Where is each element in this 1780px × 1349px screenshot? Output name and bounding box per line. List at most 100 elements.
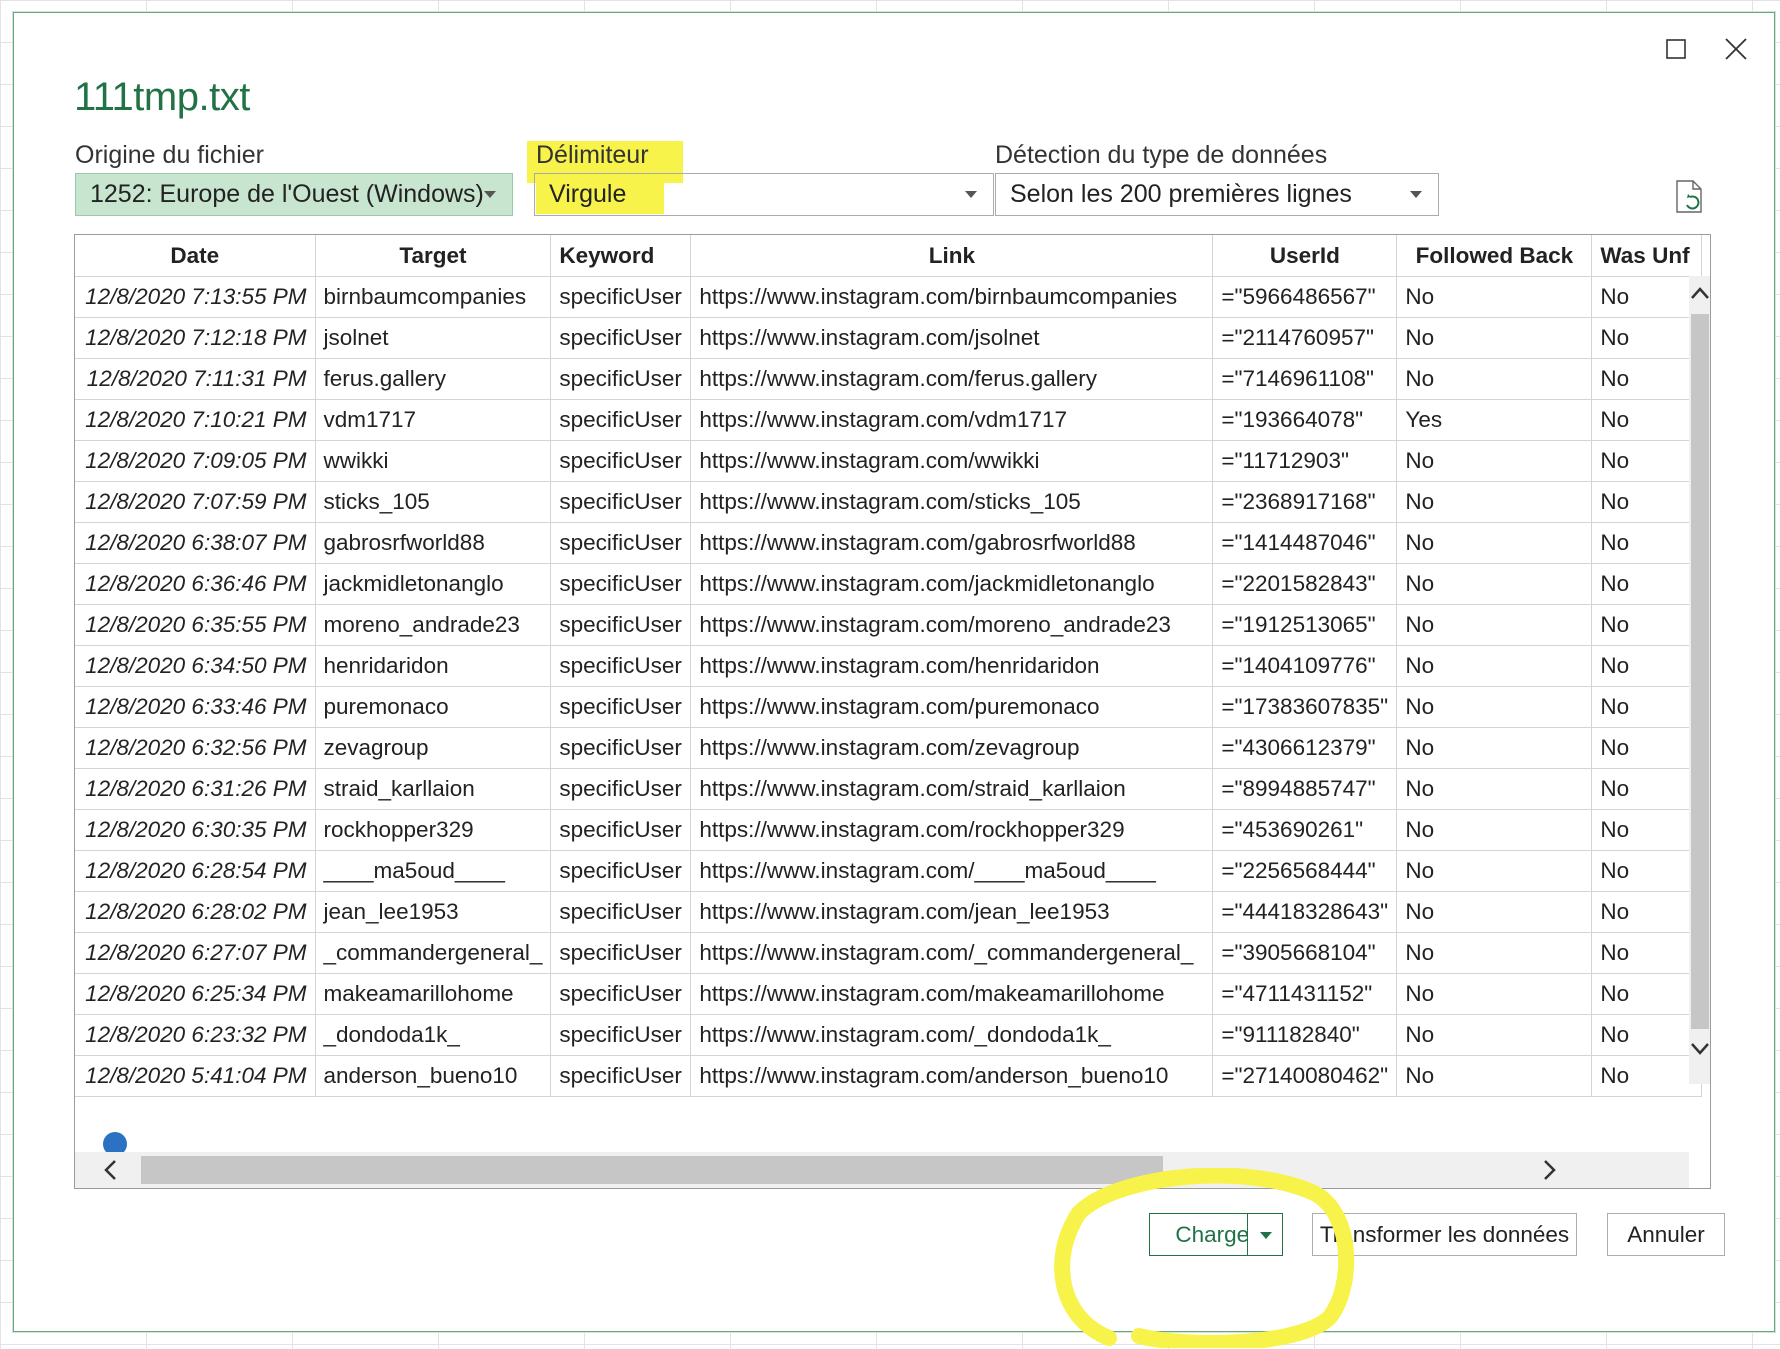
cell-userid: ="7146961108" (1212, 358, 1398, 400)
table-row[interactable]: 12/8/2020 6:27:07 PM _commandergeneral_ sp… (75, 932, 1703, 974)
cell-keyword: specificUser (550, 440, 692, 482)
cell-keyword: specificUser (550, 276, 692, 318)
origin-value: 1252: Europe de l'Ouest (Windows) (90, 180, 484, 208)
table-row[interactable]: 12/8/2020 6:32:56 PM zevagroup specificUse… (75, 727, 1703, 769)
cell-followed-back: No (1396, 317, 1593, 359)
cell-userid: ="4711431152" (1212, 973, 1398, 1015)
table-row[interactable]: 12/8/2020 7:12:18 PM jsolnet specificUser h… (75, 317, 1703, 359)
vertical-scrollbar[interactable] (1689, 276, 1710, 1084)
column-header-link[interactable]: Link (690, 235, 1214, 277)
cell-was-unfollowed: No (1591, 399, 1703, 441)
chevron-up-icon (1691, 287, 1709, 299)
table-row[interactable]: 12/8/2020 7:07:59 PM sticks_105 specificUs… (75, 481, 1703, 523)
cell-link: https://www.instagram.com/gabrosrfworld8… (690, 522, 1214, 564)
cell-was-unfollowed: No (1591, 522, 1703, 564)
table-row[interactable]: 12/8/2020 7:10:21 PM vdm1717 specificUser h… (75, 399, 1703, 441)
cell-followed-back: No (1396, 891, 1593, 933)
detection-dropdown[interactable]: Selon les 200 premières lignes (995, 173, 1439, 216)
cell-followed-back: No (1396, 1014, 1593, 1056)
scroll-down-button[interactable] (1689, 1032, 1710, 1066)
cell-date: 12/8/2020 5:41:04 PM (75, 1055, 316, 1097)
cell-link: https://www.instagram.com/puremonaco (690, 686, 1214, 728)
cell-link: https://www.instagram.com/____ma5oud____ (690, 850, 1214, 892)
cell-was-unfollowed: No (1591, 276, 1703, 318)
cell-keyword: specificUser (550, 604, 692, 646)
scroll-up-button[interactable] (1689, 276, 1710, 310)
cell-target: zevagroup (315, 727, 552, 769)
column-header-followed-back[interactable]: Followed Back (1396, 235, 1593, 277)
cell-link: https://www.instagram.com/birnbaumcompan… (690, 276, 1214, 318)
cell-date: 12/8/2020 6:30:35 PM (75, 809, 316, 851)
cell-link: https://www.instagram.com/henridaridon (690, 645, 1214, 687)
horizontal-scrollbar[interactable] (75, 1152, 1689, 1188)
horizontal-scroll-thumb[interactable] (141, 1156, 1163, 1184)
table-row[interactable]: 12/8/2020 6:36:46 PM jackmidletonanglo spe… (75, 563, 1703, 605)
table-row[interactable]: 12/8/2020 6:33:46 PM puremonaco specificUs… (75, 686, 1703, 728)
cell-target: makeamarillohome (315, 973, 552, 1015)
table-row[interactable]: 12/8/2020 6:35:55 PM moreno_andrade23 spec… (75, 604, 1703, 646)
cell-target: anderson_bueno10 (315, 1055, 552, 1097)
table-row[interactable]: 12/8/2020 7:11:31 PM ferus.gallery specifi… (75, 358, 1703, 400)
cell-link: https://www.instagram.com/moreno_andrade… (690, 604, 1214, 646)
cell-target: jean_lee1953 (315, 891, 552, 933)
cell-target: sticks_105 (315, 481, 552, 523)
cell-date: 12/8/2020 6:34:50 PM (75, 645, 316, 687)
refresh-file-icon (1676, 180, 1702, 213)
cell-followed-back: No (1396, 768, 1593, 810)
table-row[interactable]: 12/8/2020 6:34:50 PM henridaridon specific… (75, 645, 1703, 687)
cell-keyword: specificUser (550, 522, 692, 564)
table-row[interactable]: 12/8/2020 7:13:55 PM birnbaumcompanies spe… (75, 276, 1703, 318)
cell-target: rockhopper329 (315, 809, 552, 851)
column-header-was-unfollowed[interactable]: Was Unf (1591, 235, 1703, 277)
cell-target: moreno_andrade23 (315, 604, 552, 646)
cell-target: jsolnet (315, 317, 552, 359)
cell-date: 12/8/2020 6:35:55 PM (75, 604, 316, 646)
cancel-button[interactable]: Annuler (1607, 1213, 1725, 1256)
cell-keyword: specificUser (550, 850, 692, 892)
cell-keyword: specificUser (550, 891, 692, 933)
scroll-right-button[interactable] (1531, 1152, 1567, 1188)
cell-target: ____ma5oud____ (315, 850, 552, 892)
column-header-keyword[interactable]: Keyword (550, 235, 692, 277)
cell-was-unfollowed: No (1591, 563, 1703, 605)
origin-dropdown[interactable]: 1252: Europe de l'Ouest (Windows) (75, 173, 513, 216)
cell-userid: ="11712903" (1212, 440, 1398, 482)
delimiter-dropdown[interactable]: Virgule (534, 173, 994, 216)
cell-keyword: specificUser (550, 563, 692, 605)
cell-keyword: specificUser (550, 686, 692, 728)
cell-keyword: specificUser (550, 809, 692, 851)
column-header-date[interactable]: Date (75, 235, 316, 277)
scroll-left-button[interactable] (93, 1152, 129, 1188)
cell-followed-back: No (1396, 481, 1593, 523)
table-row[interactable]: 12/8/2020 6:30:35 PM rockhopper329 specifi… (75, 809, 1703, 851)
cell-userid: ="2256568444" (1212, 850, 1398, 892)
table-row[interactable]: 12/8/2020 6:28:02 PM jean_lee1953 specific… (75, 891, 1703, 933)
import-dialog: 111tmp.txt Origine du fichier Délimiteur… (13, 12, 1775, 1348)
column-header-target[interactable]: Target (315, 235, 552, 277)
cell-keyword: specificUser (550, 973, 692, 1015)
close-icon (1725, 38, 1747, 60)
table-row[interactable]: 12/8/2020 6:31:26 PM straid_karllaion spec… (75, 768, 1703, 810)
highlight-annotation (1054, 1168, 1355, 1348)
maximize-button[interactable] (1654, 27, 1698, 71)
cell-date: 12/8/2020 6:28:54 PM (75, 850, 316, 892)
close-button[interactable] (1714, 27, 1758, 71)
table-row[interactable]: 12/8/2020 6:25:34 PM makeamarillohome spec… (75, 973, 1703, 1015)
cell-date: 12/8/2020 6:23:32 PM (75, 1014, 316, 1056)
cell-was-unfollowed: No (1591, 440, 1703, 482)
column-header-userid[interactable]: UserId (1212, 235, 1398, 277)
refresh-button[interactable] (1674, 179, 1706, 215)
data-preview[interactable]: Date Target Keyword Link UserId Followed… (74, 234, 1711, 1189)
table-row[interactable]: 12/8/2020 5:41:04 PM anderson_bueno10 spec… (75, 1055, 1703, 1097)
cell-link: https://www.instagram.com/jean_lee1953 (690, 891, 1214, 933)
vertical-scroll-thumb[interactable] (1691, 314, 1709, 1029)
cell-link: https://www.instagram.com/zevagroup (690, 727, 1214, 769)
cell-date: 12/8/2020 6:33:46 PM (75, 686, 316, 728)
cell-date: 12/8/2020 7:12:18 PM (75, 317, 316, 359)
table-row[interactable]: 12/8/2020 7:09:05 PM wwikki specificUser ht… (75, 440, 1703, 482)
cell-keyword: specificUser (550, 1014, 692, 1056)
table-row[interactable]: 12/8/2020 6:28:54 PM ____ma5oud____ specif… (75, 850, 1703, 892)
table-row[interactable]: 12/8/2020 6:23:32 PM _dondoda1k_ specificU… (75, 1014, 1703, 1056)
table-row[interactable]: 12/8/2020 6:38:07 PM gabrosrfworld88 speci… (75, 522, 1703, 564)
cell-was-unfollowed: No (1591, 891, 1703, 933)
